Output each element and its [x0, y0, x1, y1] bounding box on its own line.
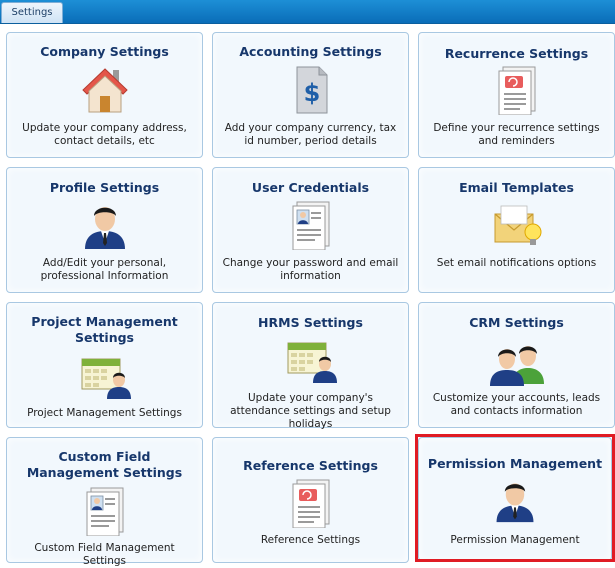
card-title: CRM Settings: [469, 315, 564, 330]
svg-text:$: $: [303, 79, 320, 107]
tab-bar: Settings: [0, 0, 615, 24]
custom-field-management-settings-card[interactable]: Custom Field Management Settings Custom …: [6, 437, 203, 567]
calendar-user-icon: [81, 358, 131, 399]
project-management-settings-card[interactable]: Project Management Settings Project Mana…: [6, 302, 203, 428]
card-description: Add your company currency, tax id number…: [224, 122, 397, 147]
recurrence-settings-card[interactable]: Recurrence Settings Define your recurren…: [418, 32, 615, 158]
recurrence-document-icon: [498, 66, 535, 115]
accounting-settings-card[interactable]: Accounting Settings $ Add your company c…: [212, 32, 409, 158]
hrms-settings-card[interactable]: HRMS Settings Update your company's atte…: [212, 302, 409, 430]
reference-settings-card[interactable]: Reference Settings Reference Settings: [212, 437, 409, 563]
user-credentials-card[interactable]: User Credentials Change your password an…: [212, 167, 409, 293]
card-description: Reference Settings: [260, 534, 361, 546]
house-icon: [81, 68, 128, 113]
card-description: Customize your accounts, leads and conta…: [432, 392, 601, 417]
card-title: Company Settings: [40, 44, 169, 59]
dollar-document-icon: $: [296, 66, 327, 114]
user-icon: [84, 207, 125, 249]
card-description: Change your password and email informati…: [222, 257, 399, 282]
card-title: Accounting Settings: [239, 44, 382, 59]
card-description: Set email notifications options: [436, 257, 597, 269]
recurrence-document-icon: [292, 479, 329, 528]
card-title: Recurrence Settings: [444, 46, 589, 61]
card-title: Reference Settings: [243, 458, 378, 473]
card-title: Email Templates: [459, 180, 574, 195]
credentials-document-icon: [86, 487, 123, 536]
card-title: Project Management Settings: [31, 314, 178, 345]
users-group-icon: [489, 346, 544, 386]
credentials-document-icon: [292, 201, 329, 250]
card-title: HRMS Settings: [258, 315, 363, 330]
selection-highlight: [415, 434, 615, 562]
card-description: Update your company address, contact det…: [22, 122, 187, 147]
card-title: Custom Field Management Settings: [26, 449, 183, 480]
profile-settings-card[interactable]: Profile Settings Add/Edit your personal,…: [6, 167, 203, 293]
company-settings-card[interactable]: Company Settings Update your company add…: [6, 32, 203, 158]
card-description: Custom Field Management Settings: [34, 542, 175, 567]
card-title: User Credentials: [251, 180, 370, 195]
card-description: Update your company's attendance setting…: [230, 392, 391, 430]
calendar-user-icon: [287, 342, 337, 383]
card-description: Define your recurrence settings and remi…: [433, 122, 600, 147]
card-title: Profile Settings: [49, 180, 160, 195]
card-description: Project Management Settings: [27, 407, 182, 419]
card-description: Add/Edit your personal, professional Inf…: [40, 257, 169, 282]
email-bulb-icon: [494, 205, 541, 245]
email-templates-card[interactable]: Email Templates Set email notifications …: [418, 167, 615, 293]
crm-settings-card[interactable]: CRM Settings Customize your accounts, le…: [418, 302, 615, 428]
tab-settings[interactable]: Settings: [1, 2, 63, 23]
